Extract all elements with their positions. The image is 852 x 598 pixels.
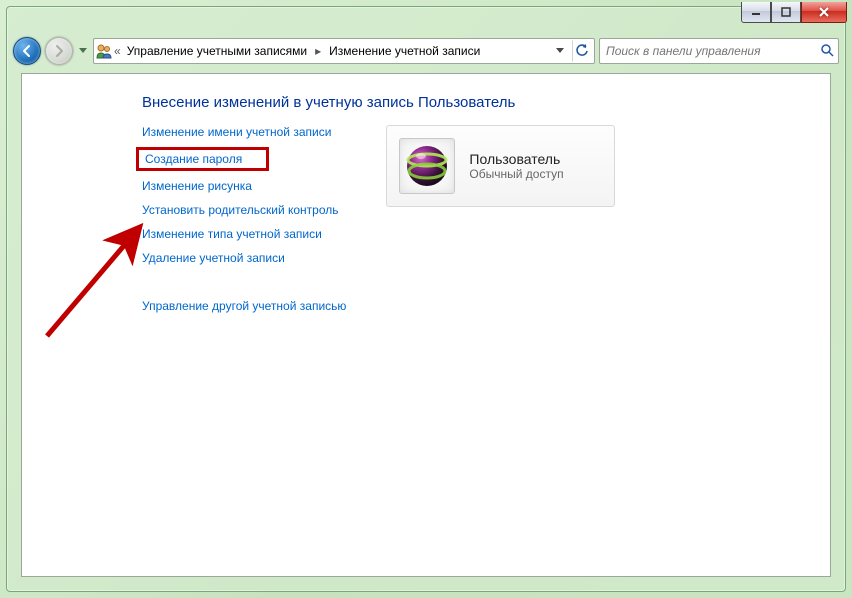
arrow-right-icon <box>52 44 66 58</box>
minimize-button[interactable] <box>741 2 771 23</box>
user-accounts-icon <box>96 43 112 59</box>
chevron-down-icon <box>556 48 564 54</box>
maximize-icon <box>781 7 791 17</box>
navigation-toolbar: « Управление учетными записями ▸ Изменен… <box>13 35 839 67</box>
close-button[interactable] <box>801 2 847 23</box>
link-create-password[interactable]: Создание пароля <box>136 147 269 171</box>
content-panel: Внесение изменений в учетную запись Поль… <box>21 73 831 577</box>
link-parental-controls[interactable]: Установить родительский контроль <box>142 203 339 217</box>
minimize-icon <box>751 7 761 17</box>
chevron-down-icon <box>79 48 87 54</box>
link-delete-account[interactable]: Удаление учетной записи <box>142 251 285 265</box>
breadcrumb-item-accounts[interactable]: Управление учетными записями <box>123 44 311 58</box>
address-dropdown-button[interactable] <box>550 40 570 62</box>
nav-back-button[interactable] <box>13 37 41 65</box>
account-options-list: Изменение имени учетной записи Создание … <box>142 125 346 313</box>
window-caption-buttons <box>741 2 847 23</box>
address-bar[interactable]: « Управление учетными записями ▸ Изменен… <box>93 38 595 64</box>
close-icon <box>818 7 830 17</box>
page-title: Внесение изменений в учетную запись Поль… <box>142 94 802 111</box>
breadcrumb-item-change-account[interactable]: Изменение учетной записи <box>325 44 484 58</box>
breadcrumb-separator-icon: ▸ <box>313 44 323 58</box>
maximize-button[interactable] <box>771 2 801 23</box>
link-manage-other[interactable]: Управление другой учетной записью <box>142 299 346 313</box>
search-input[interactable] <box>604 43 820 59</box>
nav-history-dropdown[interactable] <box>77 38 89 64</box>
user-name-label: Пользователь <box>469 151 563 167</box>
link-change-type[interactable]: Изменение типа учетной записи <box>142 227 322 241</box>
control-panel-window: « Управление учетными записями ▸ Изменен… <box>6 6 846 592</box>
user-account-card: Пользователь Обычный доступ <box>386 125 614 207</box>
nav-forward-button[interactable] <box>45 37 73 65</box>
link-change-picture[interactable]: Изменение рисунка <box>142 179 252 193</box>
breadcrumb-truncated-icon[interactable]: « <box>114 44 121 58</box>
search-box[interactable] <box>599 38 839 64</box>
avatar <box>399 138 455 194</box>
refresh-button[interactable] <box>572 40 592 62</box>
search-icon[interactable] <box>820 43 834 60</box>
user-role-label: Обычный доступ <box>469 167 563 181</box>
refresh-icon <box>575 44 589 58</box>
arrow-left-icon <box>20 44 34 58</box>
link-change-name[interactable]: Изменение имени учетной записи <box>142 125 331 139</box>
avatar-sphere-icon <box>404 143 450 189</box>
